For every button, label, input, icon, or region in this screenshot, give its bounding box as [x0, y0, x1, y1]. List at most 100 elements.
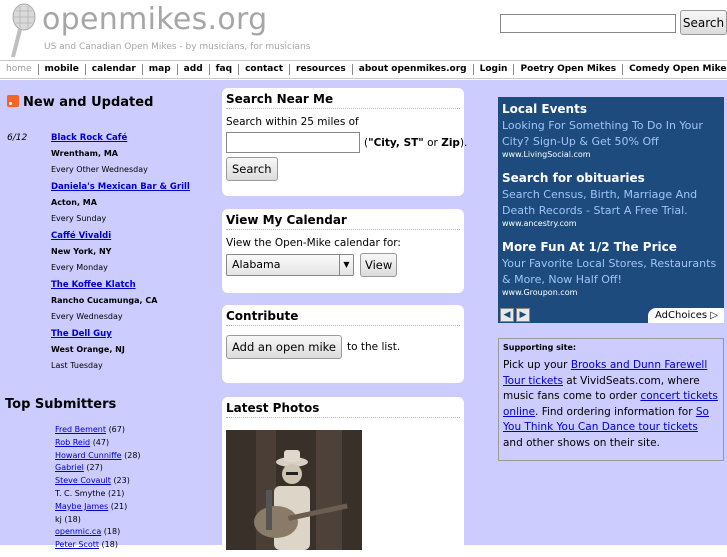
chevron-down-icon: ▼ [339, 255, 353, 275]
adchoices-icon: ▷ [710, 310, 718, 321]
submitter-count: (21) [107, 488, 125, 498]
search-hint: ("City, ST" or Zip). [364, 136, 468, 149]
nav-poetry-open-mikes[interactable]: Poetry Open Mikes [513, 64, 622, 75]
contribute-title: Contribute [226, 305, 460, 326]
ad-text: Looking For Something To Do In Your City… [502, 119, 703, 148]
submitter-link[interactable]: Gabriel [55, 463, 84, 472]
submitter-count: (67) [108, 425, 125, 434]
listing-location: Wrentham, MA [51, 149, 118, 158]
new-and-updated-heading: New and Updated [23, 95, 154, 110]
nav-faq[interactable]: faq [208, 64, 238, 75]
search-near-me-prompt: Search within 25 miles of [226, 116, 359, 128]
submitter-link[interactable]: Maybe James [55, 502, 108, 511]
location-search-input[interactable] [226, 132, 360, 153]
ad-url[interactable]: www.Groupon.com [502, 288, 722, 297]
contribute-suffix: to the list. [347, 341, 401, 353]
submitter-item: Gabriel (27) [55, 462, 141, 475]
listing-item: The Koffee Klatch Rancho Cucamunga, CA E… [51, 277, 157, 325]
listing-location: Acton, MA [51, 198, 97, 207]
listing-location: New York, NY [51, 247, 112, 256]
submitter-count: (27) [86, 463, 103, 473]
listing-schedule: Every Wednesday [51, 312, 123, 321]
submitter-item: Fred Bement (67) [55, 424, 141, 437]
ad-title[interactable]: Local Events [502, 102, 722, 116]
submitter-item: T. C. Smythe (21) [55, 488, 141, 501]
nav-add[interactable]: add [176, 64, 209, 75]
submitter-count: (21) [110, 501, 128, 511]
nav-resources[interactable]: resources [289, 64, 352, 75]
supporting-site-panel: Supporting site: Pick up your Brooks and… [498, 338, 724, 461]
view-calendar-title: View My Calendar [226, 209, 460, 230]
listing-venue-link[interactable]: Black Rock Café [51, 133, 127, 143]
add-open-mike-button[interactable]: Add an open mike [226, 335, 342, 359]
nav-contact[interactable]: contact [238, 64, 289, 75]
listing-date: 6/12 [7, 133, 28, 143]
location-search-button[interactable]: Search [226, 157, 278, 181]
nav-mobile[interactable]: mobile [37, 64, 85, 75]
submitter-item: kj (18) [55, 514, 141, 527]
supporting-site-title: Supporting site: [503, 343, 577, 352]
state-select[interactable]: Alabama ▼ [226, 254, 354, 276]
state-select-value: Alabama [232, 258, 281, 271]
submitter-item: Peter Scott (18) [55, 539, 141, 552]
view-calendar-panel: View My Calendar View the Open-Mike cale… [222, 209, 464, 293]
submitter-link[interactable]: openmic.ca [55, 527, 101, 536]
listing-venue-link[interactable]: The Koffee Klatch [51, 280, 136, 290]
main-nav: home mobile calendar map add faq contact… [0, 60, 727, 79]
view-calendar-prompt: View the Open-Mike calendar for: [226, 237, 401, 249]
submitter-link[interactable]: Steve Covault [55, 476, 111, 485]
submitter-count: (47) [92, 437, 110, 447]
submitter-name: kj [55, 514, 62, 524]
listing-schedule: Every Monday [51, 263, 108, 272]
ad-item[interactable]: Search for obituaries Search Census, Bir… [502, 171, 722, 228]
site-search-button[interactable]: Search [680, 10, 727, 35]
submitter-item: openmic.ca (18) [55, 526, 141, 539]
nav-about[interactable]: about openmikes.org [351, 64, 473, 75]
ad-item[interactable]: Local Events Looking For Something To Do… [502, 102, 722, 159]
submitter-item: Rob Reid (47) [55, 437, 141, 450]
ad-title[interactable]: More Fun At 1/2 The Price [502, 240, 722, 254]
contribute-panel: Contribute Add an open mike to the list. [222, 305, 464, 383]
top-submitters-heading: Top Submitters [5, 397, 117, 412]
ad-next-icon[interactable]: ▶ [516, 308, 530, 322]
supporting-site-text: Pick up your Brooks and Dunn Farewell To… [503, 359, 718, 449]
submitter-count: (28) [124, 450, 141, 460]
listing-schedule: Every Sunday [51, 214, 107, 223]
listing-venue-link[interactable]: The Dell Guy [51, 329, 112, 339]
site-search-input[interactable] [500, 14, 676, 33]
ad-url[interactable]: www.ancestry.com [502, 219, 722, 228]
ad-prev-icon[interactable]: ◀ [500, 308, 514, 322]
ad-text: Search Census, Birth, Marriage And Death… [502, 188, 698, 217]
site-title[interactable]: openmikes.org [42, 2, 267, 37]
listing-location: Rancho Cucamunga, CA [51, 296, 158, 305]
listing-venue-link[interactable]: Daniela's Mexican Bar & Grill [51, 182, 190, 192]
view-calendar-button[interactable]: View [360, 253, 398, 277]
nav-map[interactable]: map [141, 64, 177, 75]
submitter-link[interactable]: Rob Reid [55, 438, 90, 447]
listing-venue-link[interactable]: Caffé Vivaldi [51, 231, 111, 241]
nav-calendar[interactable]: calendar [84, 64, 142, 75]
nav-comedy-open-mikes[interactable]: Comedy Open Mikes [622, 64, 727, 75]
submitter-count: (23) [113, 476, 130, 486]
latest-photos-panel: Latest Photos [222, 397, 464, 557]
submitter-link[interactable]: Fred Bement [55, 425, 106, 434]
submitter-item: Maybe James (21) [55, 501, 141, 514]
latest-photos-title: Latest Photos [226, 397, 460, 418]
ad-text: Your Favorite Local Stores, Restaurants … [502, 257, 717, 286]
nav-login[interactable]: Login [472, 64, 514, 75]
rss-feed-icon[interactable] [7, 95, 19, 107]
submitter-link[interactable]: Howard Cunniffe [55, 451, 122, 460]
ad-url[interactable]: www.LivingSocial.com [502, 150, 722, 159]
search-near-me-panel: Search Near Me Search within 25 miles of… [222, 88, 468, 196]
submitter-count: (18) [64, 514, 81, 524]
ad-title[interactable]: Search for obituaries [502, 171, 722, 185]
nav-home[interactable]: home [0, 64, 38, 75]
listing-item: Daniela's Mexican Bar & Grill Acton, MA … [51, 179, 190, 227]
adchoices-link[interactable]: AdChoices ▷ [648, 308, 724, 323]
ad-item[interactable]: More Fun At 1/2 The Price Your Favorite … [502, 240, 722, 297]
submitter-item: Howard Cunniffe (28) [55, 450, 141, 463]
submitter-item: Steve Covault (23) [55, 475, 141, 488]
ad-panel: Local Events Looking For Something To Do… [498, 97, 724, 323]
latest-photo[interactable] [226, 430, 362, 550]
listing-location: West Orange, NJ [51, 345, 125, 354]
